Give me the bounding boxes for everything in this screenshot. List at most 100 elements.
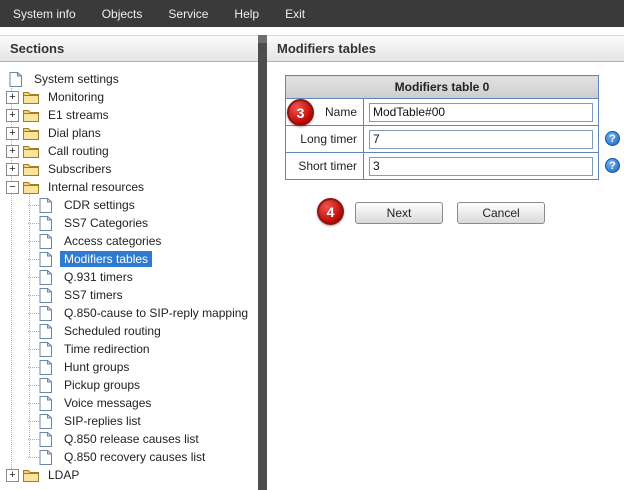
tree-item-label: SIP-replies list (60, 413, 145, 429)
tree-item-pickup-groups[interactable]: Pickup groups (0, 376, 258, 394)
folder-icon (23, 468, 39, 483)
doc-icon (39, 414, 55, 429)
next-button[interactable]: Next (355, 202, 443, 224)
short-timer-input[interactable] (369, 157, 593, 176)
tree-item-label: Internal resources (44, 179, 148, 195)
form-title-row: Modifiers table 0 (286, 76, 599, 99)
tree-item-label: CDR settings (60, 197, 139, 213)
expand-icon[interactable]: + (6, 163, 19, 176)
content-header: Modifiers tables (267, 35, 624, 62)
tree-item-label: Pickup groups (60, 377, 144, 393)
expand-icon[interactable]: + (6, 109, 19, 122)
doc-icon (9, 72, 25, 87)
tree-item-label: SS7 timers (60, 287, 127, 303)
annotation-badge-3: 3 (287, 99, 314, 126)
tree-item-ldap[interactable]: +LDAP (0, 466, 258, 484)
tree-connector (28, 421, 39, 422)
long-timer-input[interactable] (369, 130, 593, 149)
expand-icon[interactable]: + (6, 91, 19, 104)
tree-item-q-850-cause-to-sip-reply-mapping[interactable]: Q.850-cause to SIP-reply mapping (0, 304, 258, 322)
doc-icon (39, 342, 55, 357)
tree-item-cdr-settings[interactable]: CDR settings (0, 196, 258, 214)
tree-item-label: Q.850 recovery causes list (60, 449, 209, 465)
doc-icon (39, 216, 55, 231)
tree-item-label: System settings (30, 71, 123, 87)
menu-item-service[interactable]: Service (155, 0, 221, 27)
scrollbar-thumb[interactable] (258, 43, 267, 490)
doc-icon (39, 198, 55, 213)
tree-item-internal-resources[interactable]: − Internal resources (0, 178, 258, 196)
tree-item-sip-replies-list[interactable]: SIP-replies list (0, 412, 258, 430)
tree-item-label: Voice messages (60, 395, 155, 411)
tree-connector (28, 241, 39, 242)
tree-item-label: E1 streams (44, 107, 113, 123)
tree-item-scheduled-routing[interactable]: Scheduled routing (0, 322, 258, 340)
field-cell (364, 153, 599, 180)
expand-icon[interactable]: + (6, 469, 19, 482)
form-row-long-timer: Long timer (286, 126, 599, 153)
menu-item-help[interactable]: Help (221, 0, 272, 27)
collapse-icon[interactable]: − (6, 181, 19, 194)
field-cell (364, 99, 599, 126)
tree-item-label: Modifiers tables (60, 251, 152, 267)
doc-icon (39, 450, 55, 465)
form-title: Modifiers table 0 (286, 76, 599, 99)
content-pane: Modifiers tables Modifiers table 0 NameL… (267, 35, 624, 490)
expand-icon[interactable]: + (6, 145, 19, 158)
tree-connector (28, 313, 39, 314)
tree-item-voice-messages[interactable]: Voice messages (0, 394, 258, 412)
tree-item-e1-streams[interactable]: + E1 streams (0, 106, 258, 124)
form-row-short-timer: Short timer (286, 153, 599, 180)
tree-item-label: Dial plans (44, 125, 105, 141)
tree-connector (28, 403, 39, 404)
doc-icon (39, 306, 55, 321)
cancel-button[interactable]: Cancel (457, 202, 545, 224)
field-label: Short timer (286, 153, 364, 180)
tree-item-hunt-groups[interactable]: Hunt groups (0, 358, 258, 376)
menu-item-exit[interactable]: Exit (272, 0, 318, 27)
tree-item-subscribers[interactable]: +Subscribers (0, 160, 258, 178)
tree-item-label: Access categories (60, 233, 165, 249)
tree-connector (28, 277, 39, 278)
folder-icon (23, 162, 39, 177)
expand-icon[interactable]: + (6, 127, 19, 140)
tree-item-q-931-timers[interactable]: Q.931 timers (0, 268, 258, 286)
name-input[interactable] (369, 103, 593, 122)
tree-item-label: Q.931 timers (60, 269, 137, 285)
tree-item-ss7-categories[interactable]: SS7 Categories (0, 214, 258, 232)
tree-item-label: Time redirection (60, 341, 154, 357)
tree-item-time-redirection[interactable]: Time redirection (0, 340, 258, 358)
doc-icon (39, 432, 55, 447)
help-icon[interactable]: ? (605, 131, 620, 146)
form-row-name: Name (286, 99, 599, 126)
tree-item-call-routing[interactable]: +Call routing (0, 142, 258, 160)
tree-item-monitoring[interactable]: +Monitoring (0, 88, 258, 106)
tree-connector (28, 259, 39, 260)
tree-scrollbar[interactable] (258, 35, 267, 490)
doc-icon (39, 234, 55, 249)
scrollbar-up-button[interactable] (258, 35, 267, 43)
tree-item-modifiers-tables[interactable]: Modifiers tables (0, 250, 258, 268)
help-icon[interactable]: ? (605, 158, 620, 173)
menu-item-system-info[interactable]: System info (0, 0, 89, 27)
tree-item-q-850-recovery-causes-list[interactable]: Q.850 recovery causes list (0, 448, 258, 466)
tree-connector (28, 223, 39, 224)
tree-item-system-settings[interactable]: System settings (0, 70, 258, 88)
tree-connector (28, 349, 39, 350)
doc-icon (39, 288, 55, 303)
folder-icon (23, 126, 39, 141)
doc-icon (39, 324, 55, 339)
form-buttons: Next Cancel (355, 202, 545, 224)
tree-item-dial-plans[interactable]: + Dial plans (0, 124, 258, 142)
modifiers-form: Modifiers table 0 NameLong timerShort ti… (285, 75, 599, 180)
sections-pane: Sections System settings+Monitoring+E1 s… (0, 35, 258, 490)
tree-item-ss7-timers[interactable]: SS7 timers (0, 286, 258, 304)
doc-icon (39, 252, 55, 267)
tree-connector (28, 367, 39, 368)
tree-item-label: SS7 Categories (60, 215, 152, 231)
tree-connector (28, 331, 39, 332)
tree-item-access-categories[interactable]: Access categories (0, 232, 258, 250)
menu-item-objects[interactable]: Objects (89, 0, 156, 27)
tree-item-q-850-release-causes-list[interactable]: Q.850 release causes list (0, 430, 258, 448)
tree-item-label: Q.850-cause to SIP-reply mapping (60, 305, 252, 321)
